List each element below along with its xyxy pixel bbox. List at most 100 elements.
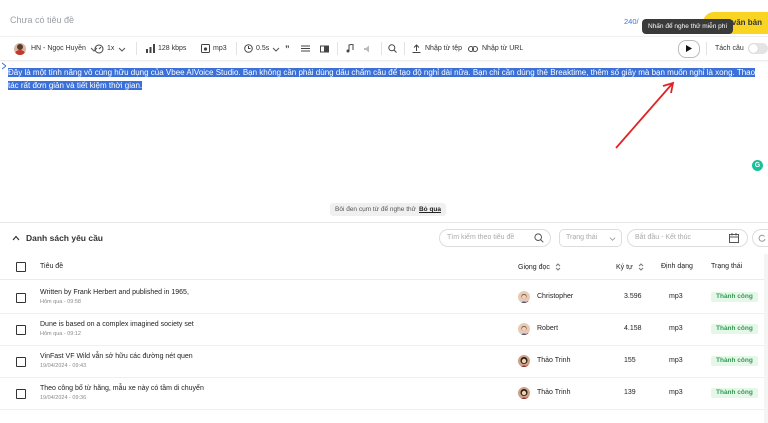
row-voice: Thảo Trinh	[537, 357, 571, 364]
search-icon	[534, 233, 544, 243]
row-timestamp: Hôm qua - 09:58	[40, 299, 81, 305]
row-title[interactable]: Written by Frank Herbert and published i…	[40, 289, 189, 296]
audio-file-icon	[201, 44, 210, 53]
date-range-filter[interactable]: Bắt đầu - Kết thúc	[627, 229, 748, 247]
row-chars: 155	[624, 357, 636, 364]
toolbar-divider	[706, 42, 707, 55]
col-chars[interactable]: Ký tự	[616, 263, 644, 271]
table-row[interactable]: VinFast VF Wild vẫn sở hữu các đường nét…	[0, 345, 768, 378]
search-icon[interactable]	[388, 37, 397, 60]
voice-avatar	[14, 42, 26, 55]
status-filter[interactable]: Trạng thái	[559, 229, 622, 247]
toolbar-divider	[236, 42, 237, 55]
grammarly-icon[interactable]: G	[752, 160, 763, 171]
row-voice: Thảo Trinh	[537, 389, 571, 396]
col-status: Trạng thái	[711, 263, 743, 270]
voice-avatar	[518, 291, 530, 303]
selection-hint: Bôi đen cụm từ để nghe thử Bỏ qua	[330, 203, 447, 216]
toggle-switch[interactable]	[747, 43, 768, 54]
split-sentence-toggle[interactable]: Tách câu	[715, 37, 768, 60]
bitrate-selector[interactable]: 128 kbps	[146, 37, 186, 60]
speed-selector[interactable]: 1x	[94, 37, 126, 60]
status-badge: Thành công	[711, 356, 758, 366]
text-cursor-icon	[2, 62, 6, 70]
row-checkbox[interactable]	[16, 325, 26, 335]
row-timestamp: Hôm qua - 09:12	[40, 331, 81, 337]
row-checkbox[interactable]	[16, 357, 26, 367]
chevron-down-icon	[609, 237, 616, 241]
play-icon	[686, 45, 692, 52]
format-selector[interactable]: mp3	[201, 37, 227, 60]
date-placeholder: Bắt đầu - Kết thúc	[635, 234, 692, 241]
col-chars-label: Ký tự	[616, 263, 633, 271]
row-title[interactable]: Dune is based on a complex imagined soci…	[40, 321, 194, 328]
requests-title: Danh sách yêu cầu	[26, 233, 104, 243]
bitrate-label: 128 kbps	[158, 45, 187, 52]
toolbar-divider	[381, 42, 382, 55]
refresh-icon	[758, 234, 766, 242]
row-format: mp3	[669, 389, 683, 396]
status-placeholder: Trạng thái	[566, 234, 598, 241]
bitrate-icon	[146, 44, 155, 53]
col-voice[interactable]: Giọng đọc	[518, 263, 561, 271]
voice-avatar	[518, 323, 530, 335]
import-file-button[interactable]: Nhập từ tệp	[412, 37, 462, 60]
split-sentence-label: Tách câu	[715, 45, 744, 52]
voice-selector[interactable]: HN - Ngọc Huyền	[14, 37, 98, 60]
red-arrow-annotation	[615, 81, 675, 149]
table-row[interactable]: Dune is based on a complex imagined soci…	[0, 313, 768, 346]
row-title[interactable]: Theo công bố từ hãng, mẫu xe này có tầm …	[40, 385, 204, 392]
table-row[interactable]: Written by Frank Herbert and published i…	[0, 281, 768, 314]
table-scrollbar[interactable]	[764, 254, 768, 423]
sort-icon	[638, 263, 644, 271]
skip-link[interactable]: Bỏ qua	[419, 206, 441, 213]
volume-icon[interactable]	[364, 37, 373, 60]
toolbar-divider	[337, 42, 338, 55]
chevron-up-icon	[12, 235, 20, 241]
music-icon[interactable]	[346, 37, 354, 60]
link-icon	[468, 45, 478, 52]
voice-avatar	[518, 355, 530, 367]
row-format: mp3	[669, 357, 683, 364]
search-placeholder: Tìm kiếm theo tiêu đề	[447, 234, 515, 241]
import-file-label: Nhập từ tệp	[425, 45, 462, 52]
chevron-down-icon	[119, 47, 126, 52]
dictionary-icon[interactable]	[320, 37, 329, 60]
refresh-button[interactable]	[752, 229, 768, 247]
upload-icon	[412, 44, 421, 53]
col-title[interactable]: Tiêu đề	[40, 263, 63, 270]
row-format: mp3	[669, 293, 683, 300]
title-input[interactable]: Chưa có tiêu đề	[10, 15, 74, 25]
row-format: mp3	[669, 325, 683, 332]
toolbar-divider	[404, 42, 405, 55]
clock-icon	[244, 44, 253, 53]
status-badge: Thành công	[711, 292, 758, 302]
select-all-checkbox[interactable]	[16, 262, 26, 272]
row-chars: 139	[624, 389, 636, 396]
col-format: Định dạng	[661, 263, 693, 270]
table-row[interactable]: Theo công bố từ hãng, mẫu xe này có tầm …	[0, 377, 768, 410]
row-checkbox[interactable]	[16, 293, 26, 303]
requests-header[interactable]: Danh sách yêu cầu	[12, 233, 103, 243]
pause-selector[interactable]: 0.5s	[244, 37, 280, 60]
format-label: mp3	[213, 45, 227, 52]
table-header: Tiêu đề Giọng đọc Ký tự Định dạng Trạng …	[0, 254, 768, 280]
search-input[interactable]: Tìm kiếm theo tiêu đề	[439, 229, 551, 247]
row-timestamp: 19/04/2024 - 09:36	[40, 395, 87, 401]
row-voice: Christopher	[537, 293, 574, 300]
status-badge: Thành công	[711, 388, 758, 398]
row-checkbox[interactable]	[16, 389, 26, 399]
sort-icon	[555, 263, 561, 271]
col-voice-label: Giọng đọc	[518, 263, 550, 271]
row-title[interactable]: VinFast VF Wild vẫn sở hữu các đường nét…	[40, 353, 193, 360]
speed-icon	[94, 44, 104, 53]
voice-avatar	[518, 387, 530, 399]
quote-icon[interactable]: ”	[285, 37, 290, 60]
row-chars: 4.158	[624, 325, 642, 332]
row-timestamp: 19/04/2024 - 09:43	[40, 363, 87, 369]
emphasis-icon[interactable]	[301, 37, 310, 60]
play-preview-button[interactable]	[678, 37, 700, 60]
toolbar-divider	[136, 42, 137, 55]
import-url-button[interactable]: Nhập từ URL	[468, 37, 523, 60]
calendar-icon	[729, 233, 739, 243]
